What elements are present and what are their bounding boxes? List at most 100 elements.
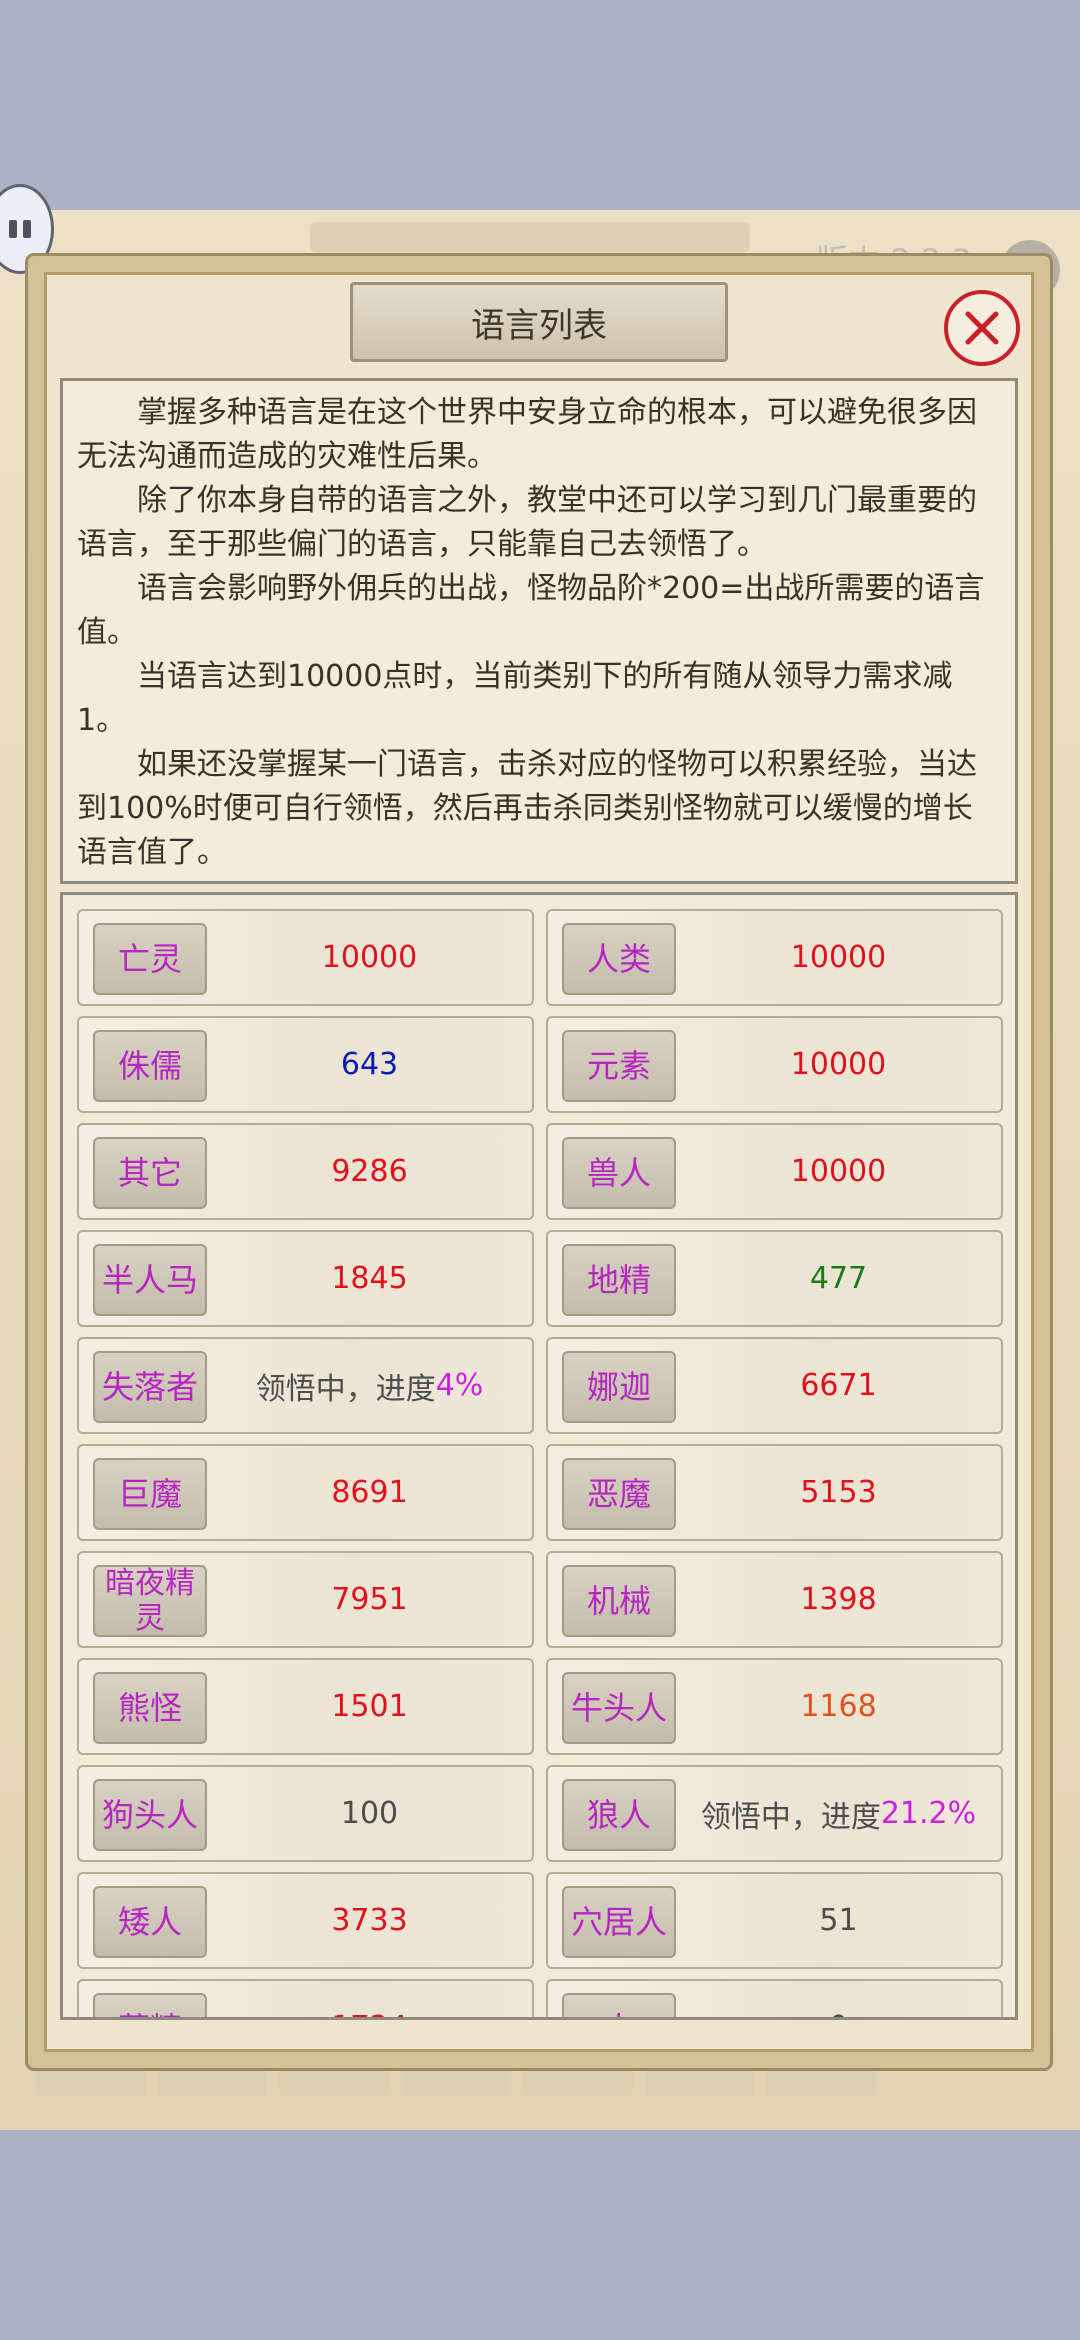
language-value-text: 1168 [800, 1689, 877, 1724]
language-value: 10000 [676, 911, 1001, 1004]
language-value: 1398 [676, 1553, 1001, 1646]
language-value-text: 领悟中，进度 [255, 1371, 436, 1407]
language-value-text: 1398 [800, 1582, 877, 1617]
language-row: 亡灵 10000 [77, 909, 534, 1006]
language-value-text: 8691 [331, 1475, 408, 1510]
language-name-button[interactable]: 其它 [93, 1137, 207, 1209]
language-name-button[interactable]: 狼人 [562, 1779, 676, 1851]
language-value: 10000 [207, 911, 532, 1004]
language-value: 9286 [207, 1125, 532, 1218]
language-value: 51 [676, 1874, 1001, 1967]
language-value-text: 7951 [331, 1582, 408, 1617]
language-value-text: 3733 [331, 1903, 408, 1938]
language-row: 矮人 3733 [77, 1872, 534, 1969]
language-row: 人类 10000 [546, 909, 1003, 1006]
language-row: 暗夜精灵 7951 [77, 1551, 534, 1648]
description-paragraph: 如果还没掌握某一门语言，击杀对应的怪物可以积累经验，当达到100%时便可自行领悟… [77, 747, 977, 870]
language-value: 8691 [207, 1446, 532, 1539]
close-button[interactable] [944, 290, 1020, 366]
language-value-text: 0 [829, 2010, 848, 2017]
language-value: 0 [676, 1981, 1001, 2017]
language-value-text: 10000 [790, 940, 887, 975]
language-value-text: 1501 [331, 1689, 408, 1724]
language-value: 1168 [676, 1660, 1001, 1753]
language-row: 地精 477 [546, 1230, 1003, 1327]
language-name-button[interactable]: 娜迦 [562, 1351, 676, 1423]
language-row: 巨魔 8691 [77, 1444, 534, 1541]
dialog-title: 语言列表 [350, 282, 728, 362]
language-value-text: 10000 [790, 1154, 887, 1189]
language-name-button[interactable]: 蓝精 [93, 1993, 207, 2017]
language-value-text: 6671 [800, 1368, 877, 1403]
description-paragraph: 掌握多种语言是在这个世界中安身立命的根本，可以避免很多因无法沟通而造成的灾难性后… [77, 395, 977, 474]
description-box: 掌握多种语言是在这个世界中安身立命的根本，可以避免很多因无法沟通而造成的灾难性后… [60, 378, 1018, 884]
language-row: 侏儒 643 [77, 1016, 534, 1113]
language-name-button[interactable]: 熊怪 [93, 1672, 207, 1744]
language-name-button[interactable]: 穴居人 [562, 1886, 676, 1958]
language-row: 恶魔 5153 [546, 1444, 1003, 1541]
language-value: 10000 [676, 1018, 1001, 1111]
language-name-button[interactable]: 机械 [562, 1565, 676, 1637]
language-value: 1845 [207, 1232, 532, 1325]
language-value: 7951 [207, 1553, 532, 1646]
language-row: 狗头人 100 [77, 1765, 534, 1862]
language-value: 领悟中，进度 4% [207, 1339, 532, 1432]
language-row: 狼人 领悟中，进度 21.2% [546, 1765, 1003, 1862]
language-value: 100 [207, 1767, 532, 1860]
language-name-button[interactable]: 亡灵 [93, 923, 207, 995]
language-row: 牛头人 1168 [546, 1658, 1003, 1755]
language-row: 机械 1398 [546, 1551, 1003, 1648]
language-name-button[interactable]: 虫 [562, 1993, 676, 2017]
language-name-button[interactable]: 侏儒 [93, 1030, 207, 1102]
language-list[interactable]: 亡灵 10000 人类 10000 侏儒 643 元素 10000 其它 9286 兽人 10000 半… [60, 892, 1018, 2020]
language-row: 熊怪 1501 [77, 1658, 534, 1755]
language-name-button[interactable]: 暗夜精灵 [93, 1565, 207, 1637]
language-value-text: 10000 [790, 1047, 887, 1082]
language-grid: 亡灵 10000 人类 10000 侏儒 643 元素 10000 其它 9286 兽人 10000 半… [77, 909, 1003, 2017]
language-name-button[interactable]: 半人马 [93, 1244, 207, 1316]
language-value-text: 10000 [321, 940, 418, 975]
language-name-button[interactable]: 人类 [562, 923, 676, 995]
language-row: 元素 10000 [546, 1016, 1003, 1113]
language-name-button[interactable]: 牛头人 [562, 1672, 676, 1744]
language-name-button[interactable]: 元素 [562, 1030, 676, 1102]
language-progress: 4% [435, 1368, 484, 1403]
language-row: 失落者 领悟中，进度 4% [77, 1337, 534, 1434]
description-paragraph: 当语言达到10000点时，当前类别下的所有随从领导力需求减1。 [77, 659, 953, 738]
language-name-button[interactable]: 狗头人 [93, 1779, 207, 1851]
language-value-text: 643 [340, 1047, 399, 1082]
language-value: 领悟中，进度 21.2% [676, 1767, 1001, 1860]
language-row: 穴居人 51 [546, 1872, 1003, 1969]
pause-icon [9, 220, 17, 238]
language-value: 477 [676, 1232, 1001, 1325]
language-name-button[interactable]: 恶魔 [562, 1458, 676, 1530]
background-tab-bar [310, 222, 750, 252]
language-value: 1724 [207, 1981, 532, 2017]
language-name-button[interactable]: 失落者 [93, 1351, 207, 1423]
language-value: 5153 [676, 1446, 1001, 1539]
language-value: 1501 [207, 1660, 532, 1753]
language-name-button[interactable]: 兽人 [562, 1137, 676, 1209]
language-value: 10000 [676, 1125, 1001, 1218]
language-value-text: 领悟中，进度 [700, 1799, 881, 1835]
language-value-text: 477 [809, 1261, 868, 1296]
language-row: 娜迦 6671 [546, 1337, 1003, 1434]
language-name-button[interactable]: 矮人 [93, 1886, 207, 1958]
language-value-text: 51 [819, 1903, 858, 1938]
language-row: 半人马 1845 [77, 1230, 534, 1327]
language-row: 蓝精 1724 [77, 1979, 534, 2017]
pause-icon-bar [23, 220, 31, 238]
language-name-button[interactable]: 地精 [562, 1244, 676, 1316]
language-row: 兽人 10000 [546, 1123, 1003, 1220]
language-row: 其它 9286 [77, 1123, 534, 1220]
language-row: 虫0 [546, 1979, 1003, 2017]
language-value: 6671 [676, 1339, 1001, 1432]
language-name-button[interactable]: 巨魔 [93, 1458, 207, 1530]
description-paragraph: 除了你本身自带的语言之外，教堂中还可以学习到几门最重要的语言，至于那些偏门的语言… [77, 483, 977, 562]
close-icon [965, 311, 999, 345]
language-value-text: 9286 [331, 1154, 408, 1189]
language-value-text: 1724 [331, 2010, 407, 2017]
language-value-text: 1845 [331, 1261, 408, 1296]
language-value-text: 100 [340, 1796, 399, 1831]
language-progress: 21.2% [880, 1796, 977, 1831]
